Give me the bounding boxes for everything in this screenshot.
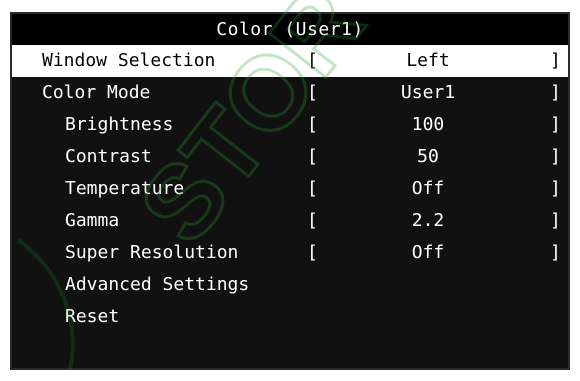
menu-title: Color (User1) <box>12 14 568 45</box>
menu-item-reset[interactable]: Reset <box>12 301 568 333</box>
menu-item-value: 50 <box>417 146 439 167</box>
bracket-open: [ <box>307 114 318 135</box>
menu-item-label: Brightness <box>65 114 174 135</box>
menu-item-label: Gamma <box>65 210 120 231</box>
menu-item-value: Off <box>411 242 445 263</box>
menu-item-brightness[interactable]: Brightness [ 100 ] <box>12 109 568 141</box>
bracket-close: ] <box>550 82 561 103</box>
bracket-open: [ <box>307 146 318 167</box>
menu-item-window-selection[interactable]: Window Selection [ Left ] <box>12 45 568 77</box>
menu-item-value: 100 <box>411 114 445 135</box>
menu-item-gamma[interactable]: Gamma [ 2.2 ] <box>12 205 568 237</box>
bracket-open: [ <box>307 178 318 199</box>
menu-item-color-mode[interactable]: Color Mode [ User1 ] <box>12 77 568 109</box>
menu-item-value: Left <box>406 50 450 71</box>
menu-item-value: Off <box>411 178 445 199</box>
menu-item-advanced-settings[interactable]: Advanced Settings <box>12 269 568 301</box>
menu-item-contrast[interactable]: Contrast [ 50 ] <box>12 141 568 173</box>
menu-item-value: User1 <box>400 82 456 103</box>
bracket-close: ] <box>550 50 561 71</box>
menu-item-label: Super Resolution <box>65 242 239 263</box>
menu-item-label: Temperature <box>65 178 185 199</box>
menu-item-label: Advanced Settings <box>65 274 250 295</box>
menu-item-label: Window Selection <box>42 50 216 71</box>
bracket-close: ] <box>550 242 561 263</box>
menu-item-value: 2.2 <box>411 210 445 231</box>
menu-item-label: Contrast <box>65 146 152 167</box>
menu-item-label: Reset <box>65 306 120 327</box>
osd-menu: Color (User1) Window Selection [ Left ] … <box>10 12 570 370</box>
bracket-close: ] <box>550 210 561 231</box>
bracket-open: [ <box>307 242 318 263</box>
menu-item-label: Color Mode <box>42 82 151 103</box>
menu-item-temperature[interactable]: Temperature [ Off ] <box>12 173 568 205</box>
bracket-open: [ <box>307 210 318 231</box>
bracket-close: ] <box>550 178 561 199</box>
menu-item-super-resolution[interactable]: Super Resolution [ Off ] <box>12 237 568 269</box>
bracket-close: ] <box>550 114 561 135</box>
bracket-open: [ <box>307 50 318 71</box>
bracket-open: [ <box>307 82 318 103</box>
bracket-close: ] <box>550 146 561 167</box>
